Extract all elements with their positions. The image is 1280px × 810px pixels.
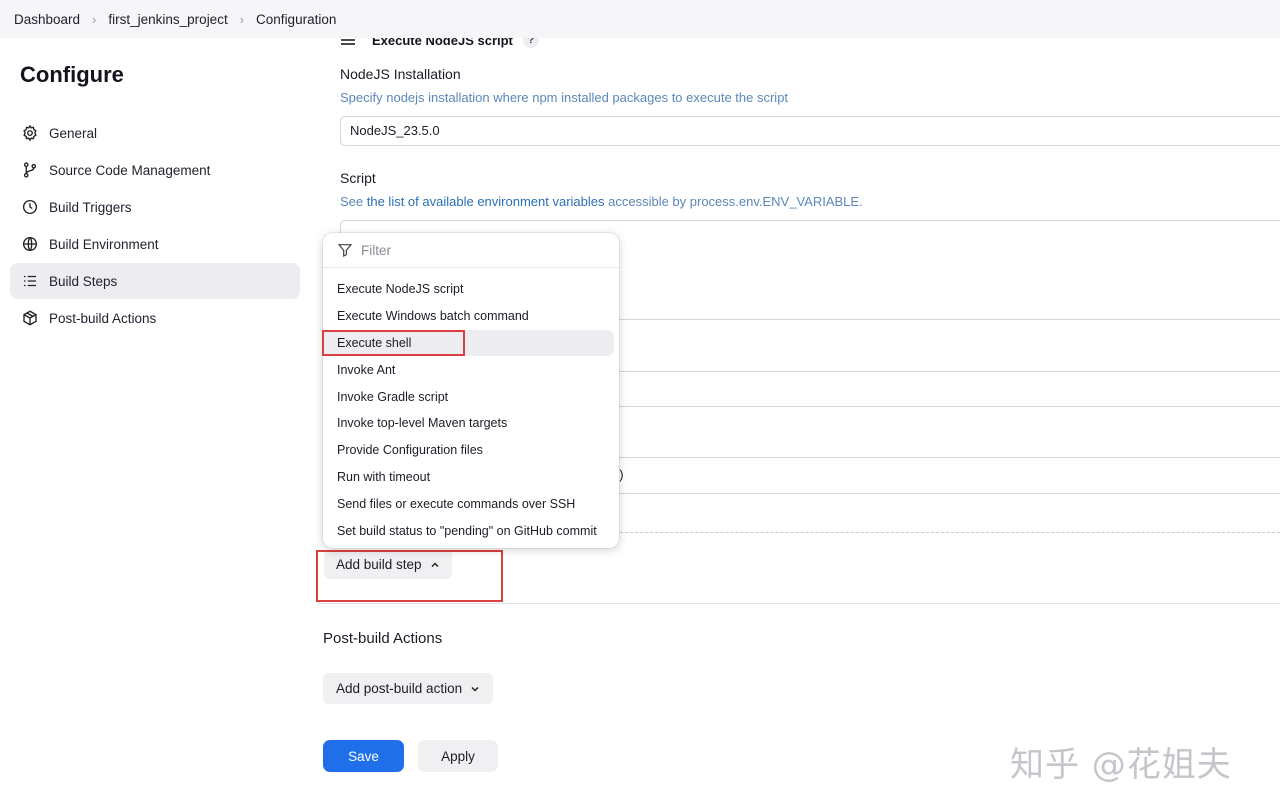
breadcrumb-configuration[interactable]: Configuration <box>256 12 336 27</box>
apply-button[interactable]: Apply <box>418 740 498 772</box>
script-label: Script <box>340 170 376 186</box>
branch-icon <box>21 161 39 179</box>
section-divider <box>318 603 1280 604</box>
add-post-build-action-button[interactable]: Add post-build action <box>323 673 494 704</box>
list-icon <box>21 272 39 290</box>
build-step-dropdown: Execute NodeJS script Execute Windows ba… <box>323 233 619 548</box>
installation-label: NodeJS Installation <box>340 66 461 82</box>
globe-icon <box>21 235 39 253</box>
chevron-down-icon <box>470 684 480 694</box>
menu-item-invoke-ant[interactable]: Invoke Ant <box>323 356 614 383</box>
sidebar-item-source-code-management[interactable]: Source Code Management <box>10 152 300 188</box>
divider <box>600 406 1280 407</box>
sidebar-item-label: Build Triggers <box>49 199 132 215</box>
installation-description: Specify nodejs installation where npm in… <box>340 90 789 105</box>
breadcrumb-dashboard[interactable]: Dashboard <box>14 12 80 27</box>
add-post-build-label: Add post-build action <box>336 681 463 696</box>
sidebar-item-label: Source Code Management <box>49 162 211 178</box>
package-icon <box>21 309 39 327</box>
filter-icon <box>337 244 353 257</box>
gear-icon <box>21 124 39 142</box>
breadcrumb: Dashboard › first_jenkins_project › Conf… <box>0 0 1280 38</box>
menu-item-set-github-status[interactable]: Set build status to "pending" on GitHub … <box>323 517 614 544</box>
chevron-right-icon: › <box>92 11 97 27</box>
sidebar-item-label: Build Steps <box>49 273 118 289</box>
menu-item-execute-nodejs-script[interactable]: Execute NodeJS script <box>323 276 614 303</box>
divider <box>600 371 1280 372</box>
menu-item-execute-windows-batch[interactable]: Execute Windows batch command <box>323 303 614 330</box>
sidebar-item-build-steps[interactable]: Build Steps <box>10 263 300 299</box>
script-desc-suffix: accessible by process.env.ENV_VARIABLE. <box>604 194 863 209</box>
clock-icon <box>21 198 39 216</box>
sidebar-item-build-triggers[interactable]: Build Triggers <box>10 189 300 225</box>
save-button[interactable]: Save <box>323 740 404 772</box>
menu-list: Execute NodeJS script Execute Windows ba… <box>323 268 619 544</box>
sidebar-item-build-environment[interactable]: Build Environment <box>10 226 300 262</box>
dashed-divider <box>600 532 1280 533</box>
menu-item-run-with-timeout[interactable]: Run with timeout <box>323 464 614 491</box>
sidebar-item-label: Post-build Actions <box>49 310 157 326</box>
page-title: Configure <box>20 62 124 87</box>
sidebar-item-label: Build Environment <box>49 236 159 252</box>
breadcrumb-project[interactable]: first_jenkins_project <box>108 12 227 27</box>
highlight-box <box>322 330 465 356</box>
menu-item-provide-config-files[interactable]: Provide Configuration files <box>323 437 614 464</box>
menu-item-invoke-maven[interactable]: Invoke top-level Maven targets <box>323 410 614 437</box>
sidebar-item-general[interactable]: General <box>10 115 300 151</box>
sidebar-item-post-build-actions[interactable]: Post-build Actions <box>10 300 300 336</box>
script-desc-prefix: See <box>340 194 367 209</box>
sidebar-item-label: General <box>49 125 98 141</box>
watermark: 知乎 @花姐夫 <box>1010 745 1232 785</box>
nodejs-installation-select[interactable]: NodeJS_23.5.0 <box>340 116 1280 146</box>
chevron-right-icon: › <box>239 11 245 27</box>
menu-item-invoke-gradle[interactable]: Invoke Gradle script <box>323 383 614 410</box>
divider <box>600 457 1280 458</box>
highlight-box <box>316 550 503 602</box>
sidebar: General Source Code Management Build Tri… <box>10 115 300 337</box>
env-variables-link[interactable]: the list of available environment variab… <box>367 194 605 209</box>
script-description: See the list of available environment va… <box>340 194 863 209</box>
divider <box>600 493 1280 494</box>
filter-row <box>323 233 619 268</box>
filter-input[interactable] <box>361 242 581 258</box>
menu-item-send-files-ssh[interactable]: Send files or execute commands over SSH <box>323 490 614 517</box>
post-build-title: Post-build Actions <box>323 630 443 647</box>
